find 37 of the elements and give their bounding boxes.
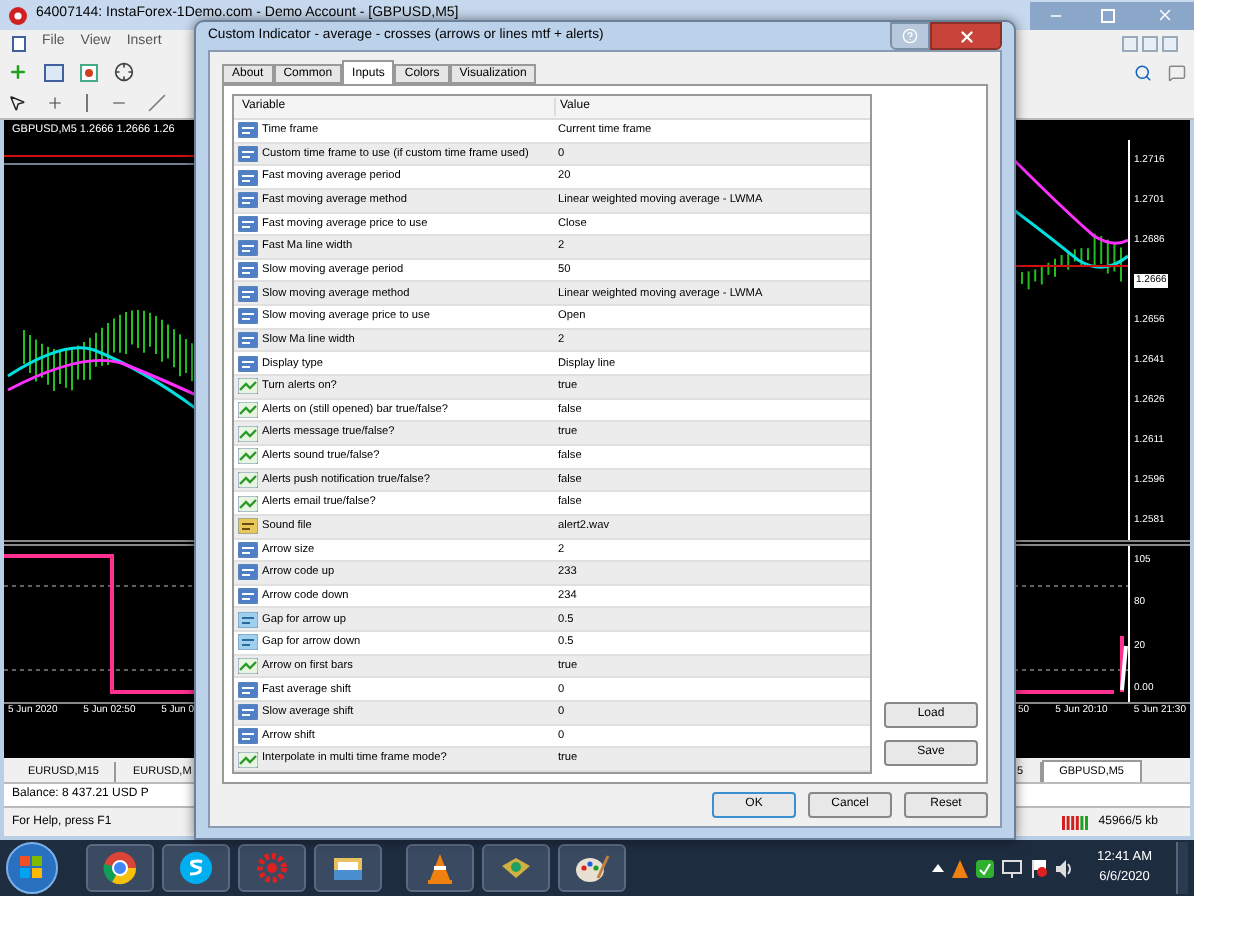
crosshair-tool-icon[interactable]: [46, 94, 64, 112]
start-button[interactable]: [6, 842, 58, 894]
string-icon: [238, 518, 258, 535]
logo-icon: [8, 5, 28, 25]
search-icon[interactable]: [1134, 63, 1152, 81]
connection-bars-icon: [1062, 815, 1091, 829]
boolean-icon: [238, 495, 258, 512]
help-button[interactable]: [890, 22, 930, 50]
integer-icon: [238, 239, 258, 256]
new-chart-icon[interactable]: [8, 62, 28, 82]
crosshair-icon[interactable]: [114, 62, 134, 82]
traffic-cone-icon[interactable]: [406, 844, 474, 892]
show-hidden-icon[interactable]: [931, 864, 944, 872]
windows-logo-icon: [20, 856, 44, 880]
folder-icon[interactable]: [314, 844, 382, 892]
traffic-cone-icon[interactable]: [951, 859, 968, 877]
close-icon: [957, 27, 975, 45]
document-icon: [12, 35, 26, 51]
help-icon: [902, 28, 918, 44]
window-icon[interactable]: [44, 63, 64, 81]
chat-app-icon[interactable]: [162, 844, 230, 892]
chat-icon[interactable]: [1168, 63, 1186, 81]
close-icon: [1155, 6, 1173, 24]
flag-icon[interactable]: [1029, 859, 1048, 877]
vertical-line-icon[interactable]: [84, 94, 90, 112]
trend-line-icon[interactable]: [148, 94, 166, 112]
palette-icon[interactable]: [558, 844, 626, 892]
speaker-icon[interactable]: [1055, 859, 1074, 877]
shield-check-icon[interactable]: [975, 859, 994, 877]
browser-icon[interactable]: [86, 844, 154, 892]
close-button[interactable]: [930, 22, 1002, 50]
integer-icon: [238, 285, 258, 302]
maximize-icon: [1100, 7, 1116, 23]
decimal-icon: [238, 634, 258, 651]
cursor-icon[interactable]: [8, 94, 26, 112]
monitor-icon[interactable]: [1001, 859, 1022, 877]
decimal-icon: [238, 611, 258, 628]
